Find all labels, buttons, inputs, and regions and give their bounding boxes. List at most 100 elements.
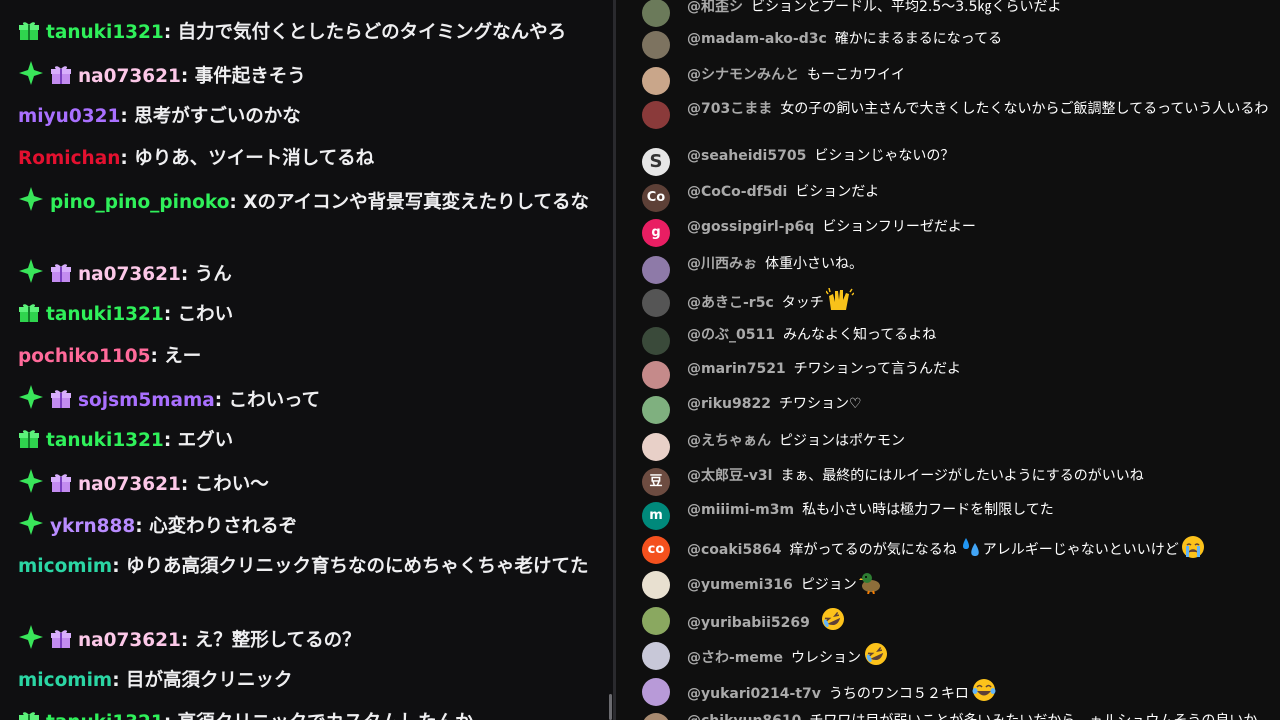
avatar[interactable]: 豆: [642, 468, 670, 496]
yt-message-body: @のぶ_0511 みんなよく知ってるよね: [687, 326, 1272, 344]
yt-message-body: @あきこ-r5c タッチ: [687, 287, 1272, 317]
chat-text: 高須クリニックでカスタムしたんか: [178, 712, 474, 720]
yt-message-body: @川西みぉ 体重小さいね。: [687, 255, 1272, 273]
yt-message-text: ビションとプードル、平均2.5〜3.5㎏くらいだよ: [751, 0, 1062, 15]
yt-chat-message: @riku9822 チワション♡: [642, 395, 1272, 429]
yt-chat-message: co @coaki5864 痒がってるのが気になるね アレルギーじゃないといいけど: [642, 535, 1272, 569]
avatar[interactable]: [642, 642, 670, 670]
avatar[interactable]: [642, 678, 670, 706]
yt-username[interactable]: @miiimi-m3m: [687, 502, 794, 518]
avatar[interactable]: [642, 433, 670, 461]
yt-message-body: @さわ-meme ウレション: [687, 641, 1272, 672]
yt-username[interactable]: @さわ-meme: [687, 650, 783, 666]
scrollbar-thumb[interactable]: [609, 694, 612, 720]
chat-username[interactable]: pochiko1105: [18, 346, 150, 367]
chat-username[interactable]: na073621: [78, 264, 181, 285]
chat-message: ykrn888: 心変わりされるぞ: [18, 510, 590, 546]
chat-text: こわいって: [228, 390, 321, 411]
avatar[interactable]: [642, 713, 670, 720]
yt-username[interactable]: @シナモンみんと: [687, 67, 799, 83]
chat-username[interactable]: ykrn888: [50, 516, 135, 537]
yt-message-text: もーこカワイイ: [807, 67, 905, 83]
yt-message-body: @yumemi316 ピジョン: [687, 570, 1272, 599]
avatar[interactable]: co: [642, 536, 670, 564]
yt-username[interactable]: @yumemi316: [687, 577, 793, 593]
yt-username[interactable]: @あきこ-r5c: [687, 295, 774, 311]
avatar[interactable]: m: [642, 502, 670, 530]
avatar[interactable]: Co: [642, 184, 670, 212]
yt-message-text: 私も小さい時は極力フードを制限してた: [802, 502, 1054, 518]
chat-username[interactable]: Romichan: [18, 148, 120, 169]
yt-chat-message: @和歪シ ビションとプードル、平均2.5〜3.5㎏くらいだよ: [642, 0, 1272, 32]
avatar[interactable]: [642, 31, 670, 59]
yt-message-body: @chikyun8610 チワワは目が弱いことが多いみたいだから、ヵルシュウムそう…: [687, 712, 1272, 720]
avatar[interactable]: [642, 607, 670, 635]
yt-username[interactable]: @madam-ako-d3c: [687, 31, 827, 47]
avatar[interactable]: S: [642, 148, 670, 176]
chat-message: tanuki1321: 自力で気付くとしたらどのタイミングなんやろ: [18, 18, 590, 52]
yt-message-text: 女の子の飼い主さんで大きくしたくないからご飯調整してるっていう人いるわ: [780, 101, 1269, 117]
yt-message-body: @yukari0214-t7v うちのワンコ５２キロ: [687, 677, 1272, 708]
yt-chat-message: @のぶ_0511 みんなよく知ってるよね: [642, 326, 1272, 360]
chat-username[interactable]: tanuki1321: [46, 22, 164, 43]
chat-message: Romichan: ゆりあ、ツイート消してるね: [18, 144, 590, 174]
yt-chat-message: @yukari0214-t7v うちのワンコ５２キロ: [642, 677, 1272, 711]
yt-username[interactable]: @和歪シ: [687, 0, 743, 15]
chat-username[interactable]: sojsm5mama: [78, 390, 215, 411]
chat-message: tanuki1321: 高須クリニックでカスタムしたんか: [18, 708, 590, 720]
avatar[interactable]: [642, 289, 670, 317]
chat-text: 思考がすごいのかな: [134, 106, 301, 127]
chat-username[interactable]: na073621: [78, 66, 181, 87]
yt-username[interactable]: @703こまま: [687, 101, 772, 117]
yt-username[interactable]: @seaheidi5705: [687, 148, 806, 164]
chat-message: pino_pino_pinoko: Xのアイコンや背景写真変えたりしてるな: [18, 186, 590, 222]
chat-username[interactable]: micomim: [18, 556, 112, 577]
chat-colon: :: [163, 22, 178, 43]
chat-username[interactable]: na073621: [78, 474, 181, 495]
avatar[interactable]: [642, 361, 670, 389]
yt-username[interactable]: @chikyun8610: [687, 713, 801, 720]
yt-username[interactable]: @のぶ_0511: [687, 327, 775, 343]
gift-sub-badge-icon: [50, 262, 72, 294]
twitch-chat-panel: tanuki1321: 自力で気付くとしたらどのタイミングなんやろ na07362…: [0, 0, 613, 720]
yt-message-body: @和歪シ ビションとプードル、平均2.5〜3.5㎏くらいだよ: [687, 0, 1272, 16]
yt-username[interactable]: @yukari0214-t7v: [687, 686, 821, 702]
yt-message-text: ピジョン: [800, 577, 857, 593]
avatar[interactable]: [642, 101, 670, 129]
avatar[interactable]: [642, 256, 670, 284]
avatar[interactable]: [642, 571, 670, 599]
yt-username[interactable]: @えちゃぁん: [687, 433, 771, 449]
yt-username[interactable]: @coaki5864: [687, 542, 781, 558]
yt-username[interactable]: @CoCo-df5di: [687, 184, 787, 200]
yt-username[interactable]: @川西みぉ: [687, 256, 757, 272]
avatar[interactable]: [642, 67, 670, 95]
chat-username[interactable]: na073621: [78, 630, 181, 651]
yt-message-text: チワション♡: [778, 396, 862, 412]
chat-username[interactable]: tanuki1321: [46, 430, 164, 451]
avatar[interactable]: [642, 396, 670, 424]
chat-username[interactable]: pino_pino_pinoko: [50, 192, 229, 213]
yt-message-text: みんなよく知ってるよね: [782, 327, 937, 343]
yt-message-body: @gossipgirl-p6q ビションフリーゼだよー: [687, 218, 1272, 236]
avatar[interactable]: [642, 0, 670, 27]
gift-sub-badge-icon: [50, 628, 72, 660]
avatar[interactable]: [642, 327, 670, 355]
yt-username[interactable]: @yuribabii5269: [687, 615, 810, 631]
chat-username[interactable]: tanuki1321: [46, 712, 164, 720]
chat-text: エグい: [177, 430, 234, 451]
yt-username[interactable]: @gossipgirl-p6q: [687, 219, 814, 235]
yt-username[interactable]: @marin7521: [687, 361, 786, 377]
yt-username[interactable]: @riku9822: [687, 396, 771, 412]
chat-text: ゆりあ、ツイート消してるね: [134, 148, 375, 169]
yt-message-text-2: アレルギーじゃないといいけど: [982, 542, 1179, 558]
yt-username[interactable]: @太郎豆-v3l: [687, 468, 772, 484]
yt-chat-message: @madam-ako-d3c 確かにまるまるになってる: [642, 30, 1272, 64]
avatar[interactable]: g: [642, 219, 670, 247]
yt-chat-message: Co @CoCo-df5di ビションだよ: [642, 183, 1272, 217]
chat-username[interactable]: miyu0321: [18, 106, 120, 127]
yt-chat-message: S @seaheidi5705 ビションじゃないの？: [642, 147, 1272, 181]
chat-username[interactable]: tanuki1321: [46, 304, 164, 325]
chat-username[interactable]: micomim: [18, 670, 112, 691]
sweat-drops-emoji-icon: [959, 535, 983, 564]
gift-sub-badge-icon: [18, 428, 40, 460]
